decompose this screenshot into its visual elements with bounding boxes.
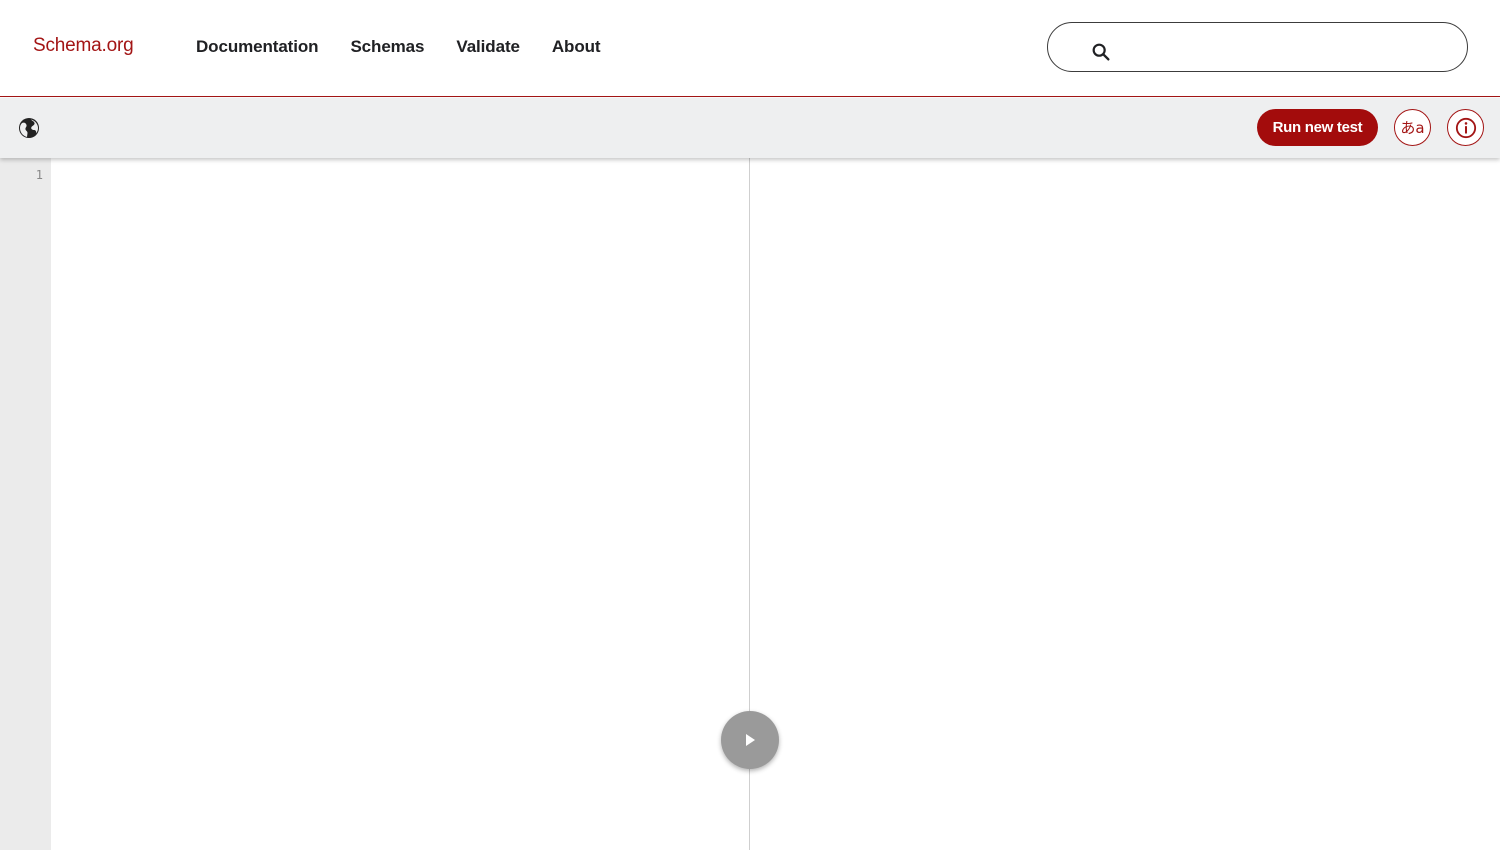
- search-box[interactable]: [1047, 22, 1468, 72]
- top-navigation: Schema.org Documentation Schemas Validat…: [0, 0, 1500, 97]
- search-icon: [1092, 43, 1110, 61]
- language-toggle-label: あa: [1400, 119, 1425, 137]
- code-input-area[interactable]: [51, 158, 749, 850]
- globe-icon[interactable]: [17, 116, 41, 140]
- line-gutter: 1: [0, 158, 51, 850]
- site-logo[interactable]: Schema.org: [33, 35, 134, 57]
- run-validation-button[interactable]: [721, 711, 779, 769]
- nav-documentation[interactable]: Documentation: [196, 37, 319, 57]
- nav-about[interactable]: About: [552, 37, 601, 57]
- nav-validate[interactable]: Validate: [456, 37, 520, 57]
- play-icon: [746, 734, 755, 746]
- validator-toolbar: Run new test あa: [0, 98, 1500, 158]
- info-icon: [1455, 117, 1476, 138]
- language-toggle-button[interactable]: あa: [1394, 109, 1431, 146]
- info-button[interactable]: [1447, 109, 1484, 146]
- results-pane: [750, 158, 1500, 850]
- code-editor[interactable]: 1: [0, 158, 750, 850]
- run-new-test-button[interactable]: Run new test: [1257, 109, 1378, 146]
- line-number: 1: [35, 168, 43, 182]
- search-input[interactable]: [1122, 31, 1452, 63]
- main-nav: Documentation Schemas Validate About: [196, 37, 632, 57]
- nav-schemas[interactable]: Schemas: [350, 37, 424, 57]
